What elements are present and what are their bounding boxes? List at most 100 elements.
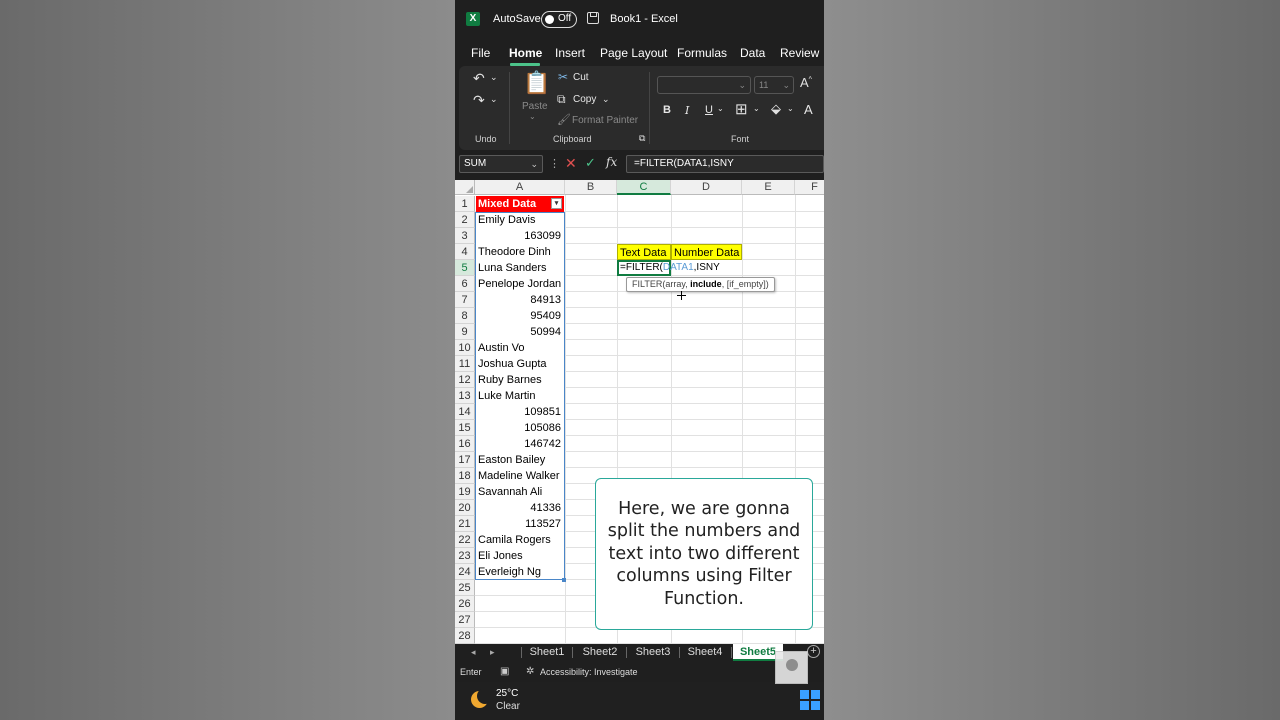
enter-icon[interactable]: ✓: [585, 155, 596, 171]
macro-record-icon[interactable]: ▣: [500, 666, 509, 677]
undo-dropdown-icon[interactable]: ⌄: [490, 72, 498, 83]
row-header[interactable]: 20: [455, 500, 475, 516]
row-header[interactable]: 1: [455, 196, 475, 212]
tab-file[interactable]: File: [471, 46, 490, 60]
format-painter-label[interactable]: Format Painter: [572, 115, 638, 126]
insert-function-icon[interactable]: fx: [606, 155, 617, 169]
accessibility-icon[interactable]: ✲: [526, 666, 534, 677]
borders-icon[interactable]: ⊞: [735, 100, 748, 118]
row-header[interactable]: 4: [455, 244, 475, 260]
row-header[interactable]: 21: [455, 516, 475, 532]
name-box-dropdown-icon: ⌄: [530, 159, 538, 169]
function-tooltip[interactable]: FILTER(array, include, [if_empty]): [626, 277, 775, 292]
cancel-icon[interactable]: ✕: [565, 155, 577, 172]
row-header[interactable]: 23: [455, 548, 475, 564]
worksheet-grid[interactable]: A B C D E F 1 2 3 4 5 6 7 8 9 10 11 12 13 14 15 16 17 18 1…: [455, 180, 824, 644]
tab-review[interactable]: Review: [780, 46, 819, 60]
fill-color-icon[interactable]: ⬙: [771, 101, 781, 117]
row-header[interactable]: 11: [455, 356, 475, 372]
paste-icon[interactable]: 📋: [523, 70, 550, 96]
number-data-header-cell[interactable]: Number Data: [671, 244, 742, 260]
font-color-button[interactable]: A: [804, 102, 813, 117]
row-header[interactable]: 22: [455, 532, 475, 548]
copy-icon[interactable]: ⧉: [557, 92, 566, 107]
tab-home[interactable]: Home: [509, 46, 542, 60]
undo-icon[interactable]: ↶: [473, 70, 485, 87]
cut-label[interactable]: Cut: [573, 72, 589, 83]
row-header[interactable]: 28: [455, 628, 475, 644]
copy-dropdown-icon[interactable]: ⌄: [602, 94, 610, 105]
redo-icon[interactable]: ↷: [473, 92, 485, 109]
column-header-f[interactable]: F: [795, 180, 824, 195]
sheet-tab-3[interactable]: Sheet3: [630, 644, 676, 661]
mixed-data-header-cell[interactable]: Mixed Data ▾: [476, 196, 564, 212]
bold-button[interactable]: B: [663, 104, 671, 116]
row-header[interactable]: 19: [455, 484, 475, 500]
weather-condition[interactable]: Clear: [496, 701, 520, 712]
sheet-tab-2[interactable]: Sheet2: [577, 644, 623, 661]
paste-label[interactable]: Paste: [522, 101, 548, 112]
sheet-tab-1[interactable]: Sheet1: [525, 644, 569, 661]
row-header[interactable]: 16: [455, 436, 475, 452]
grow-font-icon[interactable]: A^: [800, 75, 812, 90]
filter-dropdown-icon[interactable]: ▾: [551, 198, 562, 209]
font-size-box[interactable]: 11 ⌄: [754, 76, 794, 94]
row-header[interactable]: 5: [455, 260, 475, 276]
column-header-b[interactable]: B: [565, 180, 617, 195]
sheet-tab-4[interactable]: Sheet4: [682, 644, 728, 661]
weather-moon-icon[interactable]: [471, 688, 493, 708]
row-header[interactable]: 26: [455, 596, 475, 612]
row-header[interactable]: 15: [455, 420, 475, 436]
row-header[interactable]: 24: [455, 564, 475, 580]
save-icon[interactable]: [587, 12, 599, 24]
weather-temperature[interactable]: 25°C: [496, 688, 518, 699]
autosave-toggle[interactable]: Off: [541, 11, 577, 28]
add-sheet-icon[interactable]: +: [807, 645, 820, 658]
row-header[interactable]: 6: [455, 276, 475, 292]
column-header-c[interactable]: C: [617, 180, 671, 195]
row-header[interactable]: 13: [455, 388, 475, 404]
row-header[interactable]: 9: [455, 324, 475, 340]
row-header[interactable]: 10: [455, 340, 475, 356]
row-header[interactable]: 8: [455, 308, 475, 324]
row-header[interactable]: 7: [455, 292, 475, 308]
scroll-left-icon[interactable]: ◂: [471, 647, 476, 658]
column-header-a[interactable]: A: [475, 180, 565, 195]
tab-data[interactable]: Data: [740, 46, 765, 60]
row-header[interactable]: 18: [455, 468, 475, 484]
underline-dropdown-icon[interactable]: ⌄: [717, 104, 724, 113]
font-name-box[interactable]: ⌄: [657, 76, 751, 94]
formula-input[interactable]: =FILTER(DATA1,ISNY: [626, 155, 824, 173]
row-header[interactable]: 25: [455, 580, 475, 596]
fill-handle[interactable]: [562, 578, 566, 582]
borders-dropdown-icon[interactable]: ⌄: [753, 104, 760, 113]
redo-dropdown-icon[interactable]: ⌄: [490, 94, 498, 105]
copy-label[interactable]: Copy: [573, 94, 596, 105]
row-header[interactable]: 27: [455, 612, 475, 628]
row-header[interactable]: 14: [455, 404, 475, 420]
column-header-e[interactable]: E: [742, 180, 795, 195]
row-header[interactable]: 2: [455, 212, 475, 228]
fill-color-dropdown-icon[interactable]: ⌄: [787, 104, 794, 113]
tab-page-layout[interactable]: Page Layout: [600, 46, 667, 60]
tab-formulas[interactable]: Formulas: [677, 46, 727, 60]
column-header-d[interactable]: D: [671, 180, 742, 195]
windows-start-icon[interactable]: [800, 690, 820, 710]
scroll-right-icon[interactable]: ▸: [490, 647, 495, 658]
underline-button[interactable]: U: [705, 104, 713, 116]
tab-insert[interactable]: Insert: [555, 46, 585, 60]
row-header[interactable]: 12: [455, 372, 475, 388]
accessibility-status[interactable]: Accessibility: Investigate: [540, 667, 638, 677]
row-header[interactable]: 3: [455, 228, 475, 244]
row-header[interactable]: 17: [455, 452, 475, 468]
cell-formula-edit[interactable]: =FILTER(DATA1,ISNY: [620, 260, 720, 276]
more-options-icon[interactable]: ⋮: [549, 157, 560, 170]
select-all-corner[interactable]: [455, 180, 475, 195]
text-data-header-cell[interactable]: Text Data: [617, 244, 671, 260]
name-box[interactable]: SUM ⌄: [459, 155, 543, 173]
italic-button[interactable]: I: [685, 104, 689, 117]
paste-dropdown-icon[interactable]: ⌄: [529, 112, 536, 121]
scissors-icon[interactable]: ✂: [558, 70, 568, 84]
clipboard-launcher-icon[interactable]: ⧉: [639, 133, 645, 144]
format-painter-icon[interactable]: 🖌: [557, 113, 571, 126]
